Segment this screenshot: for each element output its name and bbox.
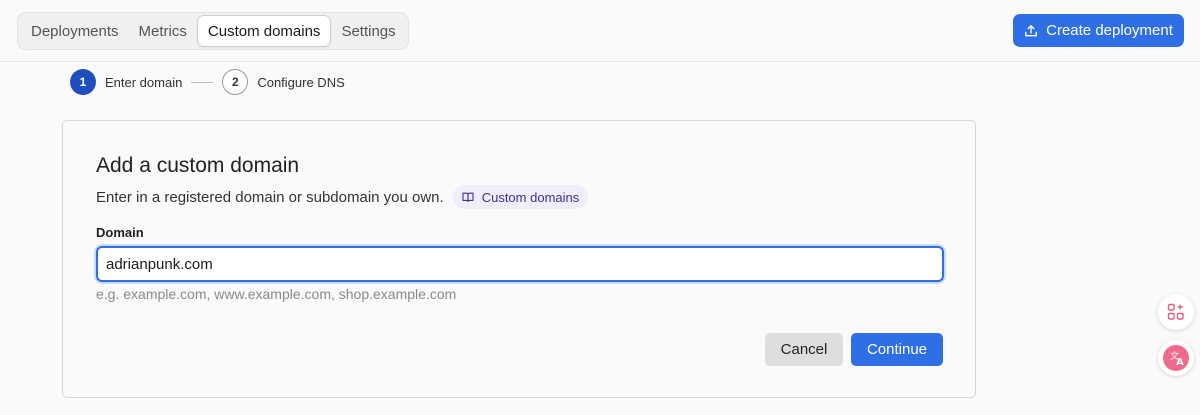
svg-text:A: A xyxy=(1176,357,1184,368)
create-deployment-button[interactable]: Create deployment xyxy=(1013,14,1184,47)
card-description: Enter in a registered domain or subdomai… xyxy=(96,188,444,206)
domain-field-label: Domain xyxy=(96,225,144,240)
docs-link-label: Custom domains xyxy=(481,189,580,205)
step-1-label: Enter domain xyxy=(105,74,183,90)
step-connector xyxy=(191,81,214,83)
stepper: 1 Enter domain 2 Configure DNS xyxy=(70,68,345,96)
apps-sparkle-icon xyxy=(1167,303,1185,321)
step-1-number: 1 xyxy=(70,69,96,95)
upload-icon xyxy=(1024,24,1038,38)
apps-sparkle-button[interactable] xyxy=(1158,294,1194,330)
cancel-button[interactable]: Cancel xyxy=(765,333,843,366)
top-bar: Deployments Metrics Custom domains Setti… xyxy=(0,0,1200,62)
tab-bar: Deployments Metrics Custom domains Setti… xyxy=(17,12,409,50)
step-2-number: 2 xyxy=(222,69,249,95)
step-2-label: Configure DNS xyxy=(257,74,345,90)
domain-input[interactable] xyxy=(96,246,944,282)
card-title: Add a custom domain xyxy=(96,154,300,177)
book-icon xyxy=(462,191,474,203)
add-domain-card: Add a custom domain Enter in a registere… xyxy=(62,120,976,398)
tab-custom-domains[interactable]: Custom domains xyxy=(196,15,332,47)
translate-button[interactable]: 文 A xyxy=(1158,340,1194,376)
continue-button[interactable]: Continue xyxy=(851,333,943,366)
translate-icon: 文 A xyxy=(1162,344,1190,372)
custom-domains-docs-link[interactable]: Custom domains xyxy=(452,185,589,209)
tab-deployments[interactable]: Deployments xyxy=(21,15,129,47)
domain-hint: e.g. example.com, www.example.com, shop.… xyxy=(96,286,457,302)
tab-metrics[interactable]: Metrics xyxy=(129,15,197,47)
tab-settings[interactable]: Settings xyxy=(331,15,405,47)
description-row: Enter in a registered domain or subdomai… xyxy=(96,185,589,209)
create-deployment-label: Create deployment xyxy=(1046,22,1173,39)
